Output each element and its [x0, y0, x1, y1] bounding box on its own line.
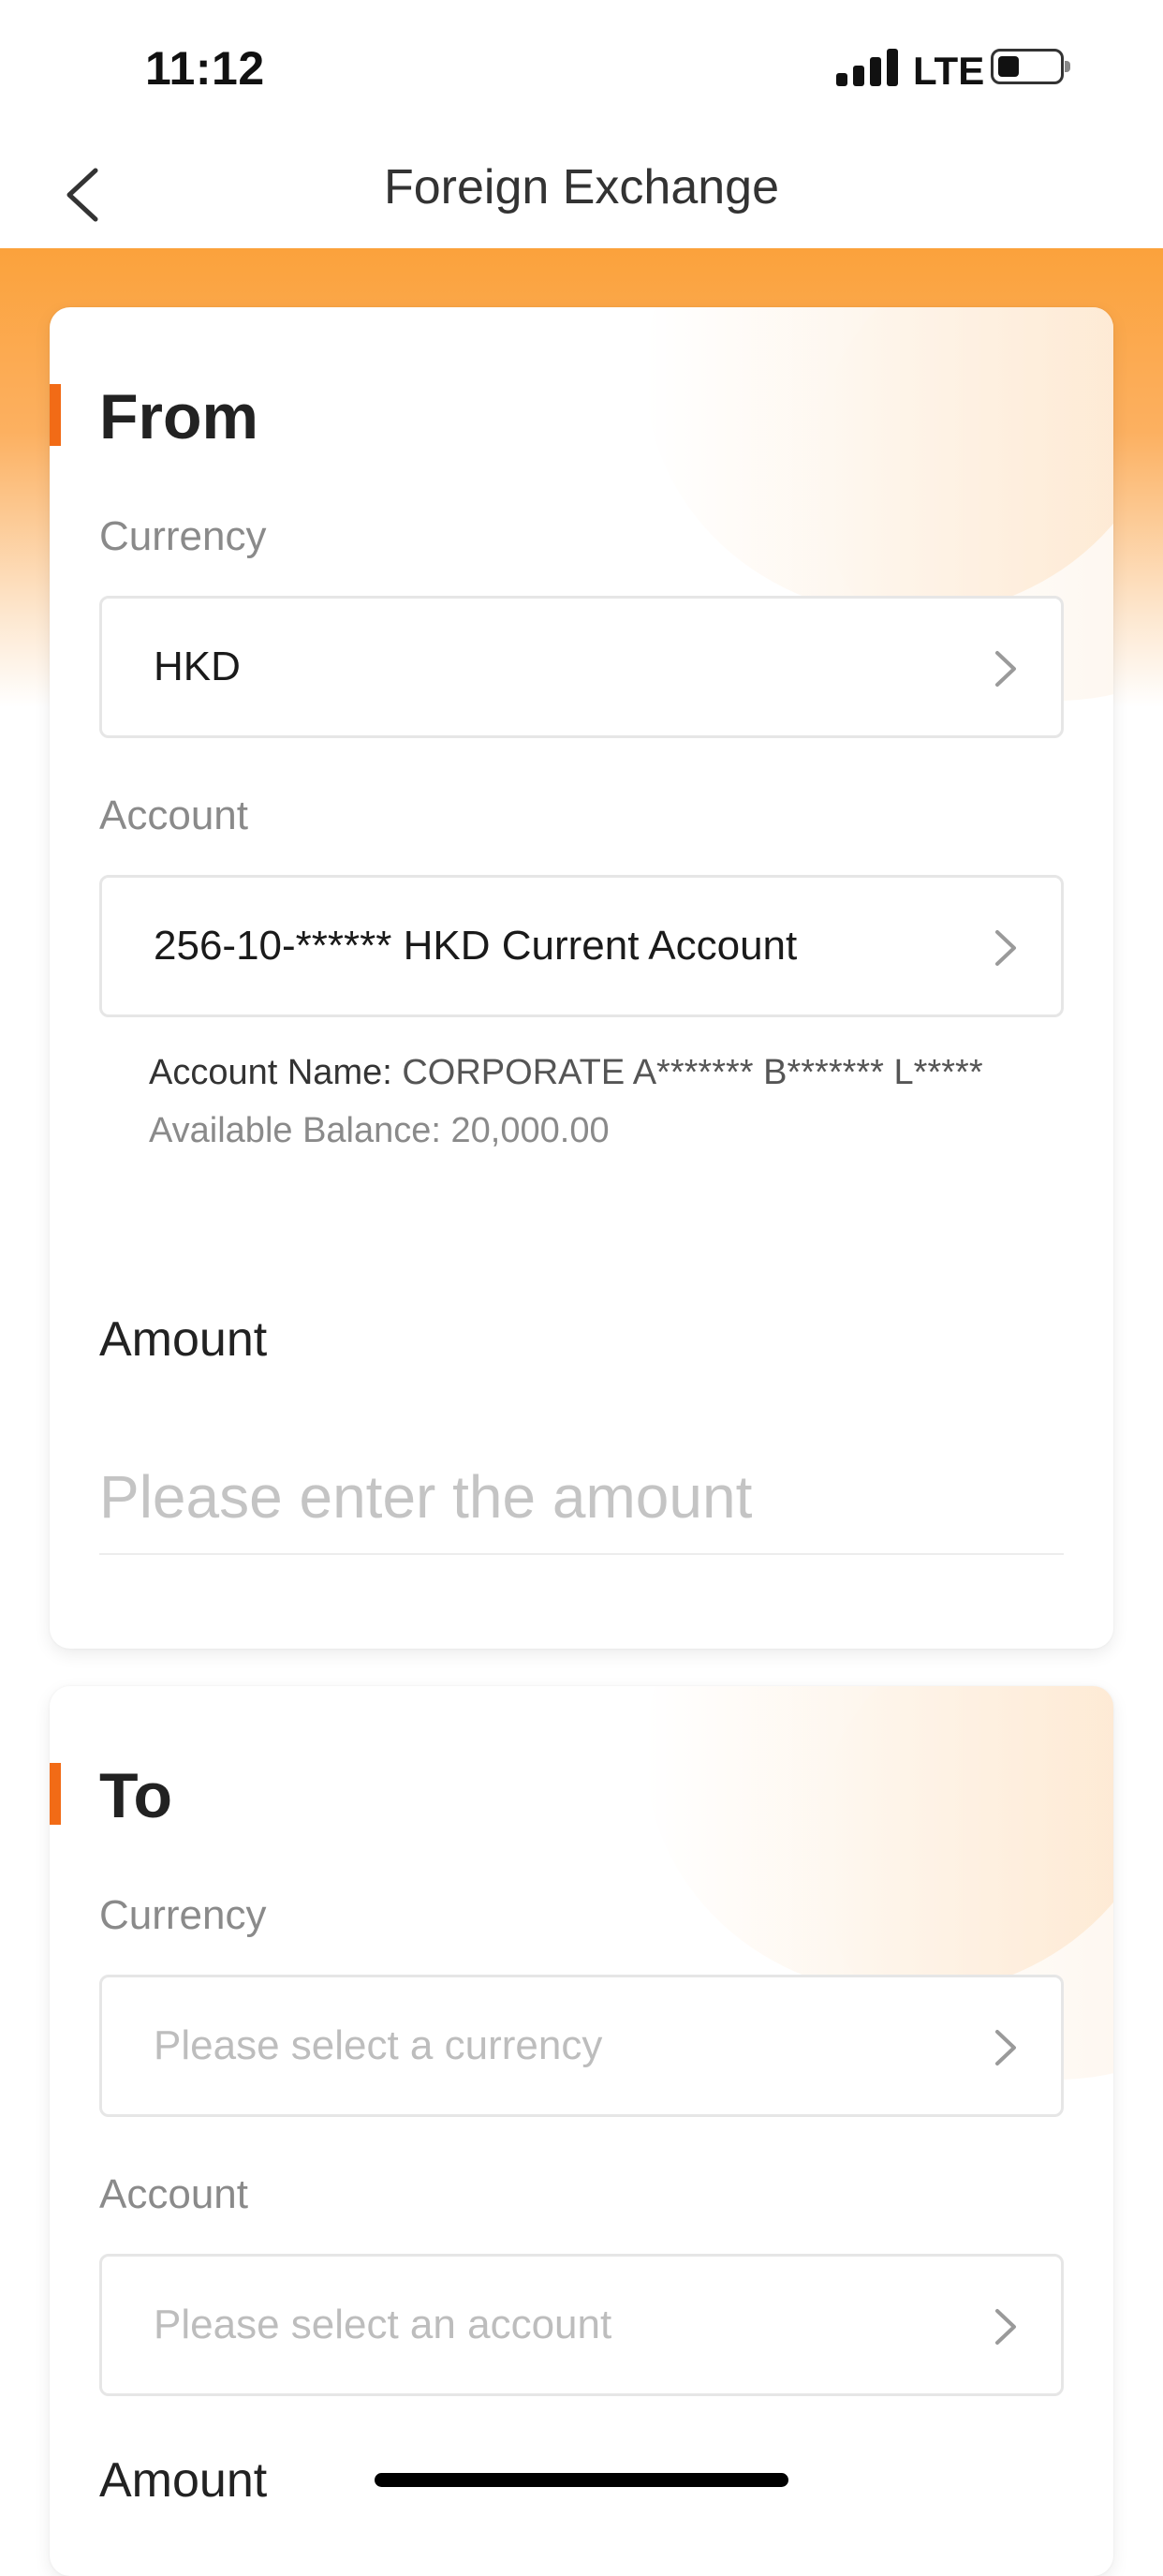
balance-value: 20,000.00 — [450, 1111, 610, 1150]
to-account-placeholder: Please select an account — [154, 2302, 612, 2347]
from-currency-value: HKD — [154, 644, 241, 689]
to-currency-select[interactable]: Please select a currency — [99, 1975, 1064, 2117]
nav-bar: Foreign Exchange — [0, 141, 1163, 248]
card-decoration — [645, 1686, 1113, 1995]
chevron-right-icon — [995, 2030, 1016, 2065]
from-account-select[interactable]: 256-10-****** HKD Current Account — [99, 875, 1064, 1017]
to-currency-placeholder: Please select a currency — [154, 2022, 603, 2068]
account-name-value: CORPORATE A******* B******* L***** — [402, 1053, 983, 1092]
battery-icon — [991, 49, 1070, 84]
from-currency-label: Currency — [99, 513, 267, 559]
chevron-right-icon — [995, 930, 1016, 966]
status-bar: 11:12 LTE — [0, 0, 1163, 141]
page-title: Foreign Exchange — [383, 160, 780, 215]
available-balance-info: Available Balance: 20,000.00 — [149, 1111, 610, 1151]
to-account-select[interactable]: Please select an account — [99, 2254, 1064, 2396]
to-currency-label: Currency — [99, 1892, 267, 1938]
to-section-title: To — [99, 1760, 173, 1831]
status-time: 11:12 — [145, 42, 265, 95]
from-card: From Currency HKD Account 256-10-****** … — [50, 307, 1113, 1649]
home-indicator — [375, 2473, 788, 2487]
section-accent-bar — [50, 1763, 61, 1825]
balance-label: Available Balance: — [149, 1111, 441, 1150]
section-accent-bar — [50, 384, 61, 446]
chevron-right-icon — [995, 651, 1016, 687]
from-account-label: Account — [99, 792, 248, 838]
network-label: LTE — [913, 49, 985, 93]
from-amount-label: Amount — [99, 1312, 268, 1367]
account-name-info: Account Name: CORPORATE A******* B******… — [149, 1053, 983, 1093]
chevron-right-icon — [995, 2309, 1016, 2345]
to-card: To Currency Please select a currency Acc… — [50, 1686, 1113, 2576]
amount-input[interactable] — [99, 1441, 1064, 1555]
from-section-title: From — [99, 381, 258, 452]
account-name-label: Account Name: — [149, 1053, 392, 1092]
from-currency-select[interactable]: HKD — [99, 596, 1064, 738]
to-amount-label: Amount — [99, 2453, 268, 2508]
card-decoration — [645, 307, 1113, 616]
signal-icon — [836, 47, 898, 86]
to-account-label: Account — [99, 2171, 248, 2217]
from-account-value: 256-10-****** HKD Current Account — [154, 923, 798, 969]
